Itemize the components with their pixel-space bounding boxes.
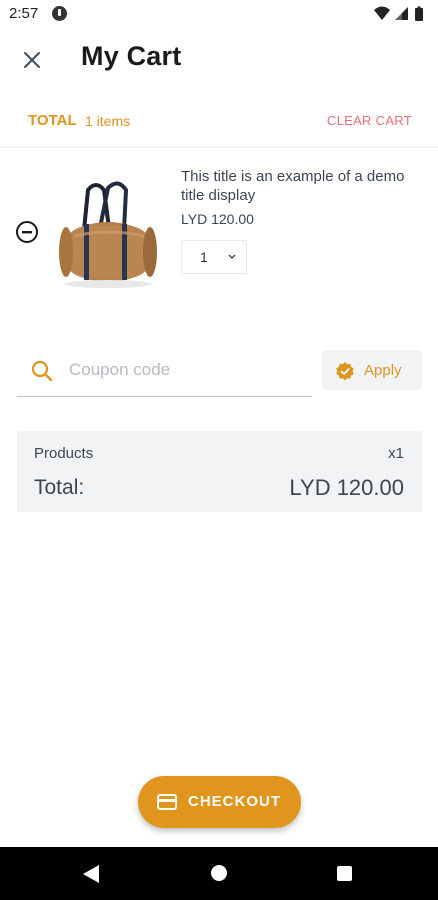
search-icon [31, 360, 53, 382]
battery-icon [415, 6, 423, 21]
chevron-down-icon [228, 254, 236, 259]
status-time: 2:57 [9, 5, 39, 22]
verified-badge-icon [336, 362, 354, 381]
cart-screen: 2:57 My Cart TOTAL 1 items CLEAR CART Th… [0, 0, 438, 900]
recents-icon[interactable] [337, 866, 352, 881]
products-label: Products [34, 445, 94, 462]
remove-circle-icon [16, 221, 38, 243]
system-nav-bar [0, 847, 438, 900]
status-bar: 2:57 [0, 0, 438, 28]
items-count: 1 items [85, 113, 131, 129]
total-value: LYD 120.00 [289, 475, 404, 500]
remove-item-button[interactable] [15, 220, 39, 244]
coupon-input[interactable] [69, 359, 299, 381]
credit-card-icon [157, 794, 177, 810]
clear-cart-button[interactable]: CLEAR CART [327, 113, 412, 128]
checkout-label: CHECKOUT [188, 793, 281, 810]
page-title: My Cart [81, 41, 182, 71]
order-summary: Products x1 Total: LYD 120.00 [17, 431, 422, 512]
product-price: LYD 120.00 [181, 211, 254, 227]
quantity-select[interactable]: 1 [181, 240, 247, 274]
status-icons [373, 5, 428, 23]
close-icon [24, 52, 40, 68]
product-title: This title is an example of a demo title… [181, 168, 405, 204]
app-notification-icon [52, 6, 67, 21]
divider [0, 146, 438, 148]
apply-label: Apply [364, 362, 402, 379]
home-icon[interactable] [211, 865, 227, 881]
total-label-summary: Total: [34, 476, 85, 499]
quantity-value: 1 [200, 249, 208, 265]
coupon-field[interactable] [17, 345, 312, 397]
apply-coupon-button[interactable]: Apply [322, 350, 422, 390]
back-icon[interactable] [82, 864, 100, 884]
total-label: TOTAL [28, 112, 77, 129]
wifi-icon [374, 6, 390, 20]
checkout-button[interactable]: CHECKOUT [138, 776, 301, 828]
signal-icon [395, 7, 408, 20]
products-count: x1 [388, 445, 404, 462]
close-button[interactable] [14, 42, 50, 78]
product-image [52, 170, 164, 292]
cart-total-row: TOTAL 1 items CLEAR CART [28, 111, 412, 133]
